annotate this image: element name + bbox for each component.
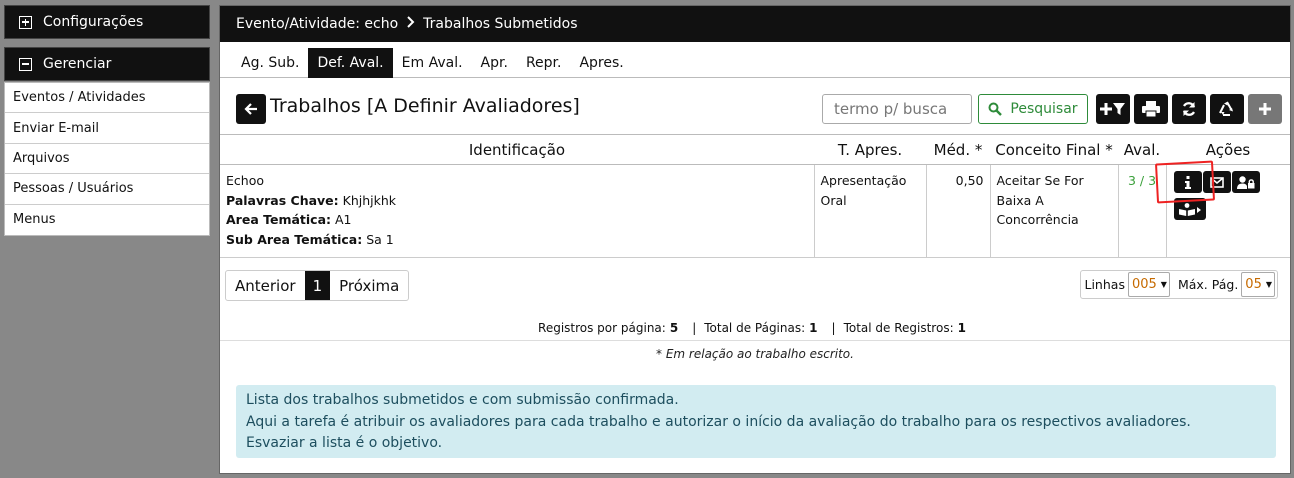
keywords-value: Khjhjkhk xyxy=(342,192,397,208)
back-button[interactable] xyxy=(236,94,266,124)
status-tabs: Ag. Sub. Def. Aval. Em Aval. Apr. Repr. … xyxy=(220,42,1290,78)
tab-repr[interactable]: Repr. xyxy=(517,48,571,78)
recycle-button[interactable] xyxy=(1210,94,1244,124)
search-button-label: Pesquisar xyxy=(1010,101,1078,117)
col-conceito-final[interactable]: Conceito Final * xyxy=(990,134,1118,165)
search-input[interactable] xyxy=(822,94,972,124)
keywords-label: Palavras Chave: xyxy=(226,192,339,208)
submissions-table: Identificação T. Apres. Méd. * Conceito … xyxy=(220,134,1290,258)
tab-def-aval[interactable]: Def. Aval. xyxy=(308,48,393,78)
title-row: Trabalhos [A Definir Avaliadores] Pesqui… xyxy=(236,92,1290,132)
search-icon xyxy=(988,102,1003,116)
collapse-icon xyxy=(19,57,32,71)
print-icon xyxy=(1142,101,1160,117)
sidebar-menu: Eventos / Atividades Enviar E-mail Arqui… xyxy=(4,82,210,236)
current-page-button[interactable]: 1 xyxy=(304,271,331,300)
area-value: A1 xyxy=(335,212,352,227)
tab-ag-sub[interactable]: Ag. Sub. xyxy=(232,48,308,78)
col-acoes: Ações xyxy=(1166,134,1290,165)
pagination: Anterior 1 Próxima xyxy=(225,270,410,301)
separator: | xyxy=(831,321,836,335)
sidebar-item-menus[interactable]: Menus xyxy=(5,205,209,235)
add-filter-icon xyxy=(1100,103,1125,115)
plus-icon xyxy=(1259,103,1271,115)
breadcrumb-page: Trabalhos Submetidos xyxy=(423,16,578,32)
sidebar-manage-header[interactable]: Gerenciar xyxy=(4,47,210,81)
info-line: Esvaziar a lista é o objetivo. xyxy=(246,435,443,451)
table-row: Echoo Palavras Chave: Khjhjkhk Area Temá… xyxy=(220,164,1290,258)
search-button[interactable]: Pesquisar xyxy=(978,94,1088,124)
add-filter-button[interactable] xyxy=(1096,94,1130,124)
lines-value: 005 xyxy=(1131,277,1157,292)
cell-evaluations: 3 / 3 xyxy=(1118,164,1167,258)
page-title: Trabalhos [A Definir Avaliadores] xyxy=(270,95,580,117)
area-label: Area Temática: xyxy=(226,212,332,227)
total-records-value: 1 xyxy=(957,321,966,335)
lines-label: Linhas xyxy=(1084,277,1125,292)
add-button[interactable] xyxy=(1248,94,1282,124)
assign-evaluator-button[interactable] xyxy=(1231,171,1260,193)
cell-presentation: Apresentação Oral xyxy=(814,164,927,258)
records-summary: Registros por página: 5 | Total de Páginas:… xyxy=(220,321,1290,335)
sidebar-config-header[interactable]: Configurações xyxy=(4,5,210,39)
sidebar-config-label: Configurações xyxy=(43,14,144,30)
submission-title: Echoo xyxy=(226,173,264,188)
max-pages-value: 05 xyxy=(1245,277,1262,292)
per-page-value: 5 xyxy=(669,321,679,335)
subarea-value: Sa 1 xyxy=(366,231,394,247)
col-med[interactable]: Méd. * xyxy=(926,134,990,165)
cell-average: 0,50 xyxy=(926,164,991,258)
info-button[interactable] xyxy=(1173,171,1202,193)
chevron-right-icon xyxy=(406,16,415,32)
refresh-button[interactable] xyxy=(1172,94,1206,124)
info-line: Aqui a tarefa é atribuir os avaliadores … xyxy=(246,413,1191,430)
footnote: * Em relação ao trabalho escrito. xyxy=(220,340,1290,361)
max-pages-label: Máx. Pág. xyxy=(1177,277,1239,292)
caret-down-icon: ▼ xyxy=(1265,280,1272,289)
col-aval[interactable]: Aval. xyxy=(1118,134,1166,165)
next-page-button[interactable]: Próxima xyxy=(330,271,408,300)
breadcrumb-event[interactable]: Evento/Atividade: echo xyxy=(236,16,398,32)
previous-page-button[interactable]: Anterior xyxy=(226,271,305,300)
book-reader-icon xyxy=(1178,202,1201,216)
sidebar-item-pessoas[interactable]: Pessoas / Usuários xyxy=(5,174,209,205)
info-alert: Lista dos trabalhos submetidos e com sub… xyxy=(236,385,1276,458)
sidebar-manage-label: Gerenciar xyxy=(43,56,112,72)
page-size-controls: Linhas 005 ▼ Máx. Pág. 05 ▼ xyxy=(1079,270,1278,299)
max-pages-select[interactable]: 05 ▼ xyxy=(1241,272,1275,297)
total-records-label: Total de Registros: xyxy=(843,321,954,335)
expand-icon xyxy=(19,15,32,29)
info-icon xyxy=(1184,175,1191,189)
total-pages-label: Total de Páginas: xyxy=(704,321,806,335)
caret-down-icon: ▼ xyxy=(1160,280,1167,289)
table-header-row: Identificação T. Apres. Méd. * Conceito … xyxy=(220,134,1290,165)
lines-select[interactable]: 005 ▼ xyxy=(1127,272,1170,297)
tab-em-aval[interactable]: Em Aval. xyxy=(393,48,472,78)
user-lock-icon xyxy=(1236,175,1254,189)
print-button[interactable] xyxy=(1134,94,1168,124)
refresh-icon xyxy=(1182,102,1196,116)
arrow-left-icon xyxy=(244,103,257,115)
recycle-icon xyxy=(1219,101,1233,116)
sidebar-item-enviar-email[interactable]: Enviar E-mail xyxy=(5,113,209,144)
cell-identificacao: Echoo Palavras Chave: Khjhjkhk Area Temá… xyxy=(220,164,815,258)
sidebar-item-arquivos[interactable]: Arquivos xyxy=(5,144,209,175)
start-evaluation-button[interactable] xyxy=(1173,198,1206,220)
col-t-apres[interactable]: T. Apres. xyxy=(814,134,926,165)
cell-actions xyxy=(1166,164,1290,258)
tab-apr[interactable]: Apr. xyxy=(472,48,517,78)
tab-apres[interactable]: Apres. xyxy=(570,48,632,78)
info-line: Lista dos trabalhos submetidos e com sub… xyxy=(246,392,679,408)
cell-final-concept: Aceitar Se For Baixa A Concorrência xyxy=(990,164,1119,258)
envelope-icon xyxy=(1209,176,1224,188)
sidebar-item-eventos[interactable]: Eventos / Atividades xyxy=(5,83,209,114)
per-page-label: Registros por página: xyxy=(538,321,666,335)
col-identificacao[interactable]: Identificação xyxy=(220,134,814,165)
email-button[interactable] xyxy=(1202,171,1231,193)
total-pages-value: 1 xyxy=(809,321,818,335)
separator: | xyxy=(692,321,697,335)
subarea-label: Sub Area Temática: xyxy=(226,231,363,247)
main-panel: Evento/Atividade: echo Trabalhos Submeti… xyxy=(219,5,1291,474)
breadcrumb: Evento/Atividade: echo Trabalhos Submeti… xyxy=(220,6,1290,42)
